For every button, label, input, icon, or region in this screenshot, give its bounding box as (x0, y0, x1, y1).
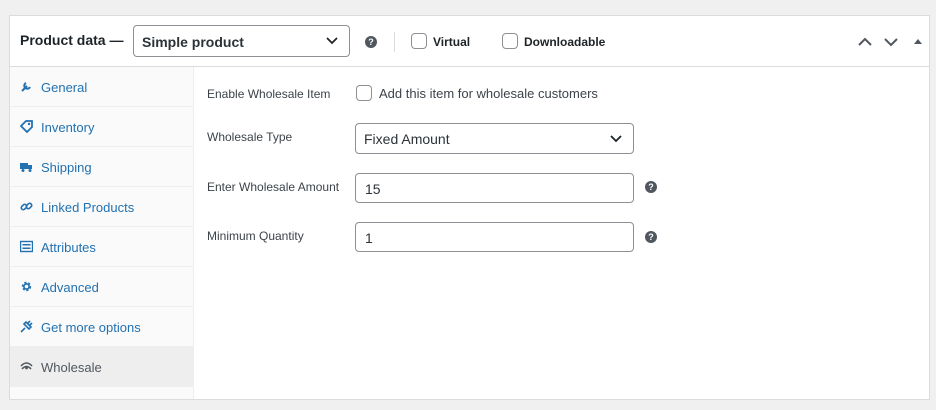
wholesale-amount-value: 15 (365, 181, 381, 197)
minimum-quantity-value: 1 (365, 230, 373, 246)
tab-attributes[interactable]: Attributes (10, 227, 193, 267)
tab-label: Linked Products (41, 200, 135, 215)
panel-title: Product data — (20, 32, 124, 48)
product-data-panel: Product data — Simple product ? Virtual … (9, 15, 930, 400)
wholesale-type-value: Fixed Amount (364, 131, 450, 147)
product-data-header: Product data — Simple product ? Virtual … (10, 16, 929, 67)
enable-wholesale-label: Enable Wholesale Item (207, 87, 331, 101)
truck-icon (20, 163, 32, 172)
move-up-icon[interactable] (857, 34, 873, 50)
tab-get-more-options[interactable]: Get more options (10, 307, 193, 347)
help-icon[interactable]: ? (645, 231, 657, 243)
tab-shipping[interactable]: Shipping (10, 147, 193, 187)
tab-label: Get more options (41, 320, 141, 335)
tab-wholesale[interactable]: Wholesale (10, 347, 193, 387)
wholesale-amount-label: Enter Wholesale Amount (207, 180, 340, 194)
minimum-quantity-input[interactable]: 1 (355, 222, 634, 252)
wholesale-icon (20, 362, 33, 370)
tab-label: General (41, 80, 88, 95)
chevron-down-icon (610, 135, 622, 143)
tab-inventory[interactable]: Inventory (10, 107, 193, 147)
header-divider (394, 32, 395, 52)
enable-wholesale-checkbox-label: Add this item for wholesale customers (379, 86, 598, 101)
wholesale-type-select[interactable]: Fixed Amount (355, 123, 634, 154)
tab-label: Inventory (41, 120, 95, 135)
tab-general[interactable]: General (10, 67, 193, 107)
downloadable-label: Downloadable (524, 35, 606, 49)
product-data-tabs: General Inventory Shipping Linked Produc… (10, 67, 194, 399)
list-icon (20, 240, 33, 253)
help-icon[interactable]: ? (365, 36, 377, 48)
product-type-select[interactable]: Simple product (133, 25, 350, 57)
tab-label: Advanced (41, 280, 99, 295)
tab-label: Wholesale (41, 360, 102, 375)
wrench-icon (21, 82, 31, 92)
link-icon (20, 202, 33, 211)
product-type-value: Simple product (142, 34, 244, 50)
downloadable-checkbox[interactable] (502, 33, 518, 49)
tab-label: Attributes (41, 240, 96, 255)
virtual-checkbox[interactable] (411, 33, 427, 49)
help-icon[interactable]: ? (645, 181, 657, 193)
plugin-icon (20, 320, 33, 333)
tab-linked-products[interactable]: Linked Products (10, 187, 193, 227)
wholesale-type-label: Wholesale Type (207, 130, 293, 144)
move-down-icon[interactable] (883, 34, 899, 50)
minimum-quantity-label: Minimum Quantity (207, 229, 304, 243)
wholesale-amount-input[interactable]: 15 (355, 173, 634, 203)
enable-wholesale-checkbox[interactable] (356, 85, 372, 101)
virtual-label: Virtual (433, 35, 471, 49)
tag-icon (20, 120, 33, 133)
tab-advanced[interactable]: Advanced (10, 267, 193, 307)
tab-label: Shipping (41, 160, 92, 175)
gear-icon (21, 281, 32, 292)
collapse-toggle-icon[interactable] (910, 34, 926, 50)
chevron-down-icon (326, 37, 338, 45)
